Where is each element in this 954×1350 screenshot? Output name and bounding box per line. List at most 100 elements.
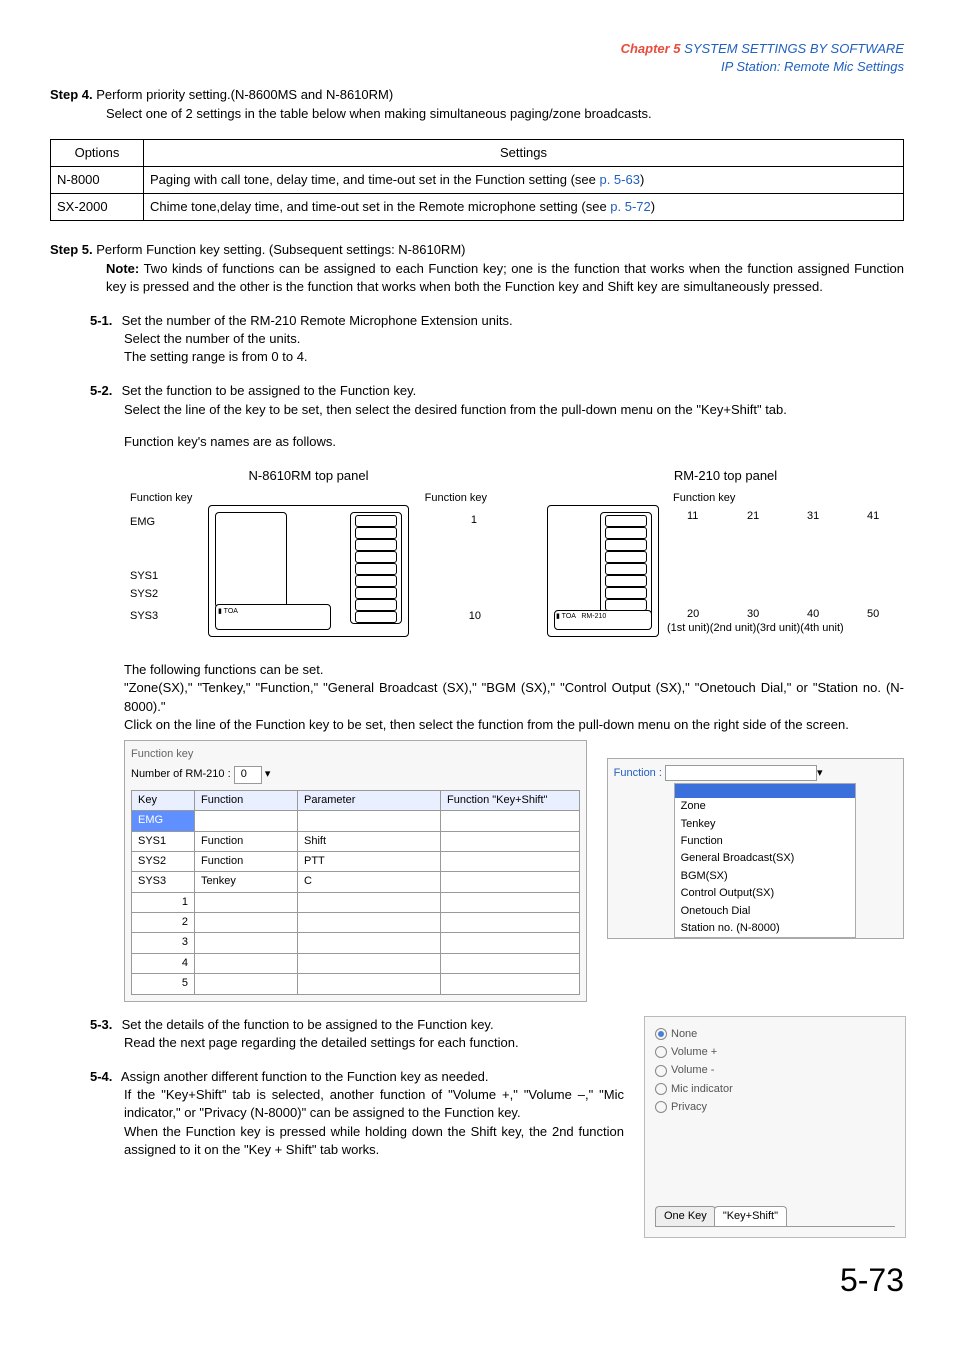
step-5-3-line1: Set the details of the function to be as… — [122, 1017, 494, 1032]
radio-mic-indicator[interactable]: Mic indicator — [655, 1082, 895, 1097]
n1-label: 1 — [471, 513, 477, 528]
note-label: Note: — [106, 261, 139, 276]
dropdown-item[interactable]: Zone — [675, 798, 855, 815]
diagram-left: N-8610RM top panel Function key EMG SYS1… — [130, 467, 487, 651]
step-5-4-line1: Assign another different function to the… — [121, 1069, 489, 1084]
chapter-header: Chapter 5 SYSTEM SETTINGS BY SOFTWARE IP… — [50, 40, 904, 76]
n50-label: 50 — [867, 607, 879, 622]
tab-strip: One Key"Key+Shift" — [655, 1206, 895, 1227]
radio-privacy[interactable]: Privacy — [655, 1100, 895, 1115]
radio-panel: None Volume + Volume - Mic indicator Pri… — [644, 1016, 906, 1238]
after-diagram-text: The following functions can be set. "Zon… — [124, 661, 904, 734]
n11-label: 11 — [687, 509, 698, 524]
chapter-title: SYSTEM SETTINGS BY SOFTWARE — [684, 41, 904, 56]
step-5-1-line1: Set the number of the RM-210 Remote Micr… — [122, 313, 513, 328]
settings-header: Settings — [144, 139, 904, 166]
step-5-4-label: 5-4. — [90, 1068, 118, 1086]
step-5: Step 5. Perform Function key setting. (S… — [50, 241, 904, 296]
function-dropdown-list[interactable]: Zone Tenkey Function General Broadcast(S… — [674, 783, 856, 938]
radio-icon — [655, 1083, 667, 1095]
dropdown-item[interactable]: General Broadcast(SX) — [675, 850, 855, 867]
table-row[interactable]: 3 — [132, 933, 580, 953]
diagram-left-title: N-8610RM top panel — [130, 467, 487, 485]
table-row[interactable]: 2 — [132, 913, 580, 933]
tab-one-key[interactable]: One Key — [655, 1206, 716, 1226]
rm210-count-select[interactable]: 0 — [234, 766, 262, 783]
chevron-down-icon[interactable]: ▾ — [265, 768, 271, 780]
option-cell: SX-2000 — [51, 194, 144, 221]
setting-cell: Chime tone,delay time, and time-out set … — [144, 194, 904, 221]
rm210-panel-icon: ▮ TOA RM-210 — [547, 505, 659, 637]
fk-table-panel: Function key Number of RM-210 : 0 ▾ Key … — [124, 740, 587, 1002]
table-row[interactable]: SYS3TenkeyC — [132, 872, 580, 892]
dropdown-item[interactable]: BGM(SX) — [675, 868, 855, 885]
n8610rm-panel-icon: ▮ TOA — [208, 505, 409, 637]
table-row[interactable]: 4 — [132, 953, 580, 973]
step-5-2-line1: Set the function to be assigned to the F… — [122, 383, 417, 398]
n21-label: 21 — [747, 509, 759, 524]
options-table: Options Settings N-8000 Paging with call… — [50, 139, 904, 222]
step-5-4: 5-4. Assign another different function t… — [90, 1068, 624, 1159]
dropdown-item[interactable]: Onetouch Dial — [675, 903, 855, 920]
units-label: (1st unit)(2nd unit)(3rd unit)(4th unit) — [667, 621, 844, 636]
step-4-label: Step 4. — [50, 87, 93, 102]
step-5-2-label: 5-2. — [90, 382, 118, 400]
table-row[interactable]: SYS1FunctionShift — [132, 831, 580, 851]
page-link[interactable]: p. 5-63 — [599, 172, 639, 187]
table-row[interactable]: SYS2FunctionPTT — [132, 851, 580, 871]
function-key-label: Function key — [425, 491, 487, 506]
page-link[interactable]: p. 5-72 — [610, 199, 650, 214]
step-5-1-label: 5-1. — [90, 312, 118, 330]
emg-label: EMG — [130, 515, 155, 530]
step-4-title: Perform priority setting.(N-8600MS and N… — [96, 87, 393, 102]
step-4: Step 4. Perform priority setting.(N-8600… — [50, 86, 904, 122]
radio-icon — [655, 1028, 667, 1040]
step-4-desc: Select one of 2 settings in the table be… — [106, 105, 904, 123]
step-5-label: Step 5. — [50, 242, 93, 257]
radio-icon — [655, 1101, 667, 1113]
step-5-title: Perform Function key setting. (Subsequen… — [96, 242, 465, 257]
option-cell: N-8000 — [51, 166, 144, 193]
step-5-3-line2: Read the next page regarding the detaile… — [124, 1034, 624, 1052]
table-row[interactable]: 1 — [132, 892, 580, 912]
diagram-right: RM-210 top panel Function key 11 21 31 4… — [547, 467, 904, 651]
dropdown-item[interactable]: Control Output(SX) — [675, 885, 855, 902]
after-line3: Click on the line of the Function key to… — [124, 716, 904, 734]
step-5-1: 5-1. Set the number of the RM-210 Remote… — [90, 312, 904, 367]
function-key-screenshot: Function key Number of RM-210 : 0 ▾ Key … — [124, 736, 904, 1002]
page-number: 5-73 — [50, 1258, 904, 1303]
setting-cell: Paging with call tone, delay time, and t… — [144, 166, 904, 193]
chevron-down-icon[interactable]: ▾ — [817, 767, 823, 779]
table-row[interactable]: EMG — [132, 811, 580, 831]
dropdown-item[interactable]: Station no. (N-8000) — [675, 920, 855, 937]
sys1-label: SYS1 — [130, 569, 158, 584]
radio-icon — [655, 1046, 667, 1058]
tab-key-shift[interactable]: "Key+Shift" — [714, 1206, 787, 1226]
dropdown-selected[interactable] — [675, 784, 855, 798]
step-5-3-label: 5-3. — [90, 1016, 118, 1034]
col-function: Function — [195, 790, 298, 810]
step-5-note: Note: Two kinds of functions can be assi… — [106, 260, 904, 296]
table-row[interactable]: 5 — [132, 974, 580, 994]
radio-none[interactable]: None — [655, 1027, 895, 1042]
n41-label: 41 — [867, 509, 879, 524]
dropdown-item[interactable]: Function — [675, 833, 855, 850]
function-key-table[interactable]: Key Function Parameter Function "Key+Shi… — [131, 790, 580, 995]
note-text: Two kinds of functions can be assigned t… — [106, 261, 904, 294]
chapter-prefix: Chapter 5 — [621, 41, 681, 56]
dropdown-item[interactable]: Tenkey — [675, 816, 855, 833]
step-5-4-line3: When the Function key is pressed while h… — [124, 1123, 624, 1159]
step-5-2-line3: Function key's names are as follows. — [124, 433, 904, 451]
function-key-label: Function key — [673, 491, 735, 506]
diagram-right-title: RM-210 top panel — [547, 467, 904, 485]
step-5-2-line2: Select the line of the key to be set, th… — [124, 401, 904, 419]
options-header: Options — [51, 139, 144, 166]
step-5-1-line2: Select the number of the units. — [124, 330, 904, 348]
after-line2: "Zone(SX)," "Tenkey," "Function," "Gener… — [124, 679, 904, 715]
radio-volume-minus[interactable]: Volume - — [655, 1063, 895, 1078]
function-select[interactable] — [665, 765, 817, 781]
diagrams-row: N-8610RM top panel Function key EMG SYS1… — [130, 467, 904, 651]
step-5-3: 5-3. Set the details of the function to … — [90, 1016, 624, 1052]
radio-volume-plus[interactable]: Volume + — [655, 1045, 895, 1060]
table-row: N-8000 Paging with call tone, delay time… — [51, 166, 904, 193]
